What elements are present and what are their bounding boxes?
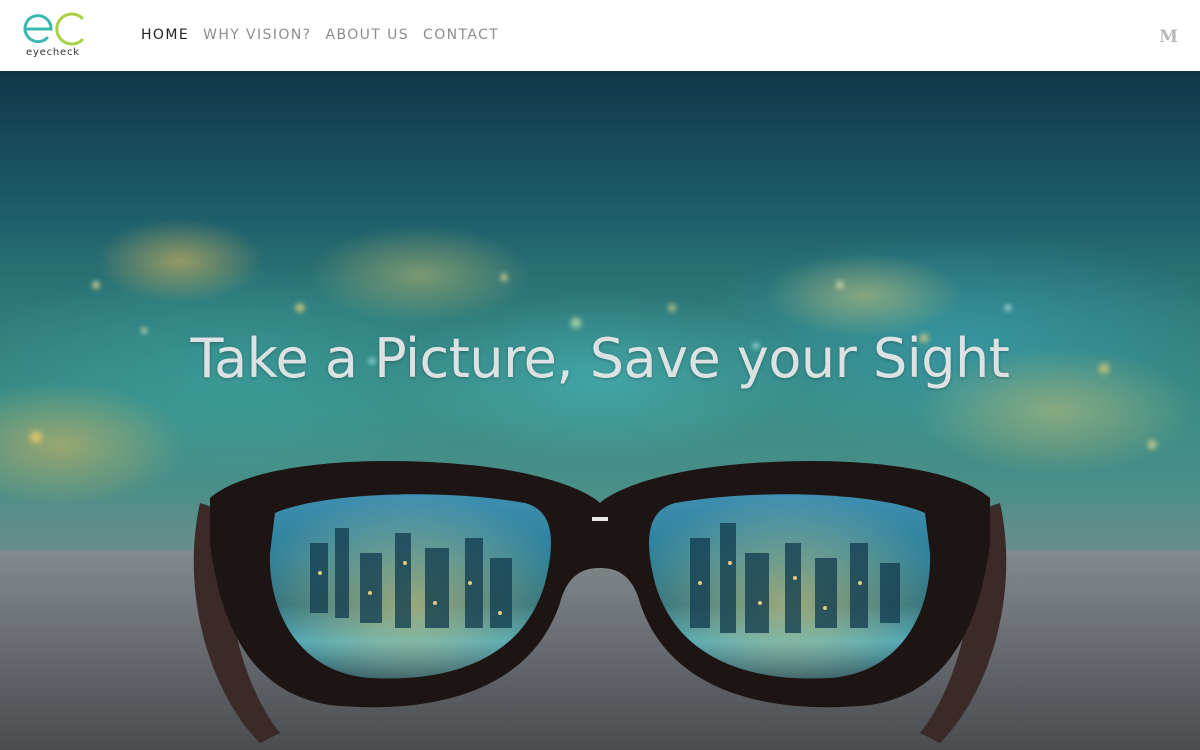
logo[interactable]: eyecheck — [22, 10, 88, 60]
main-nav: HOME WHY VISION? ABOUT US CONTACT — [141, 27, 513, 43]
nav-home[interactable]: HOME — [141, 27, 189, 43]
logo-text: eyecheck — [26, 47, 80, 58]
medium-m-icon[interactable]: M — [1159, 27, 1178, 47]
nav-contact[interactable]: CONTACT — [423, 27, 499, 43]
hero-headline: Take a Picture, Save your Sight — [190, 327, 1010, 390]
hero-banner: Take a Picture, Save your Sight — [0, 71, 1200, 750]
eyeglasses-image — [193, 461, 1007, 743]
logo-mark-icon — [23, 12, 84, 46]
site-header: eyecheck HOME WHY VISION? ABOUT US CONTA… — [0, 0, 1200, 71]
nav-why-vision[interactable]: WHY VISION? — [203, 27, 311, 43]
nav-about-us[interactable]: ABOUT US — [326, 27, 410, 43]
